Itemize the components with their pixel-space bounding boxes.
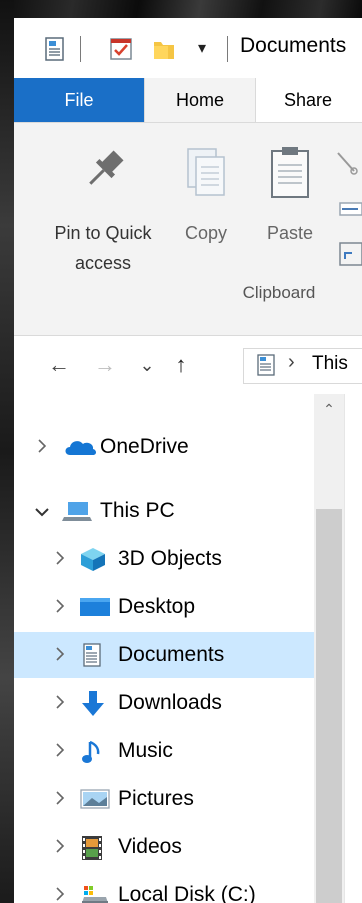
chevron-right-icon[interactable] <box>50 680 70 726</box>
navigation-bar: ← → ⌄ ↑ › This <box>14 336 362 394</box>
address-input[interactable]: › This <box>243 348 362 384</box>
title-bar: ▾ Documents <box>14 18 362 78</box>
pictures-icon <box>80 787 110 811</box>
chevron-right-icon[interactable] <box>50 632 70 678</box>
tab-file[interactable]: File <box>14 78 144 122</box>
chevron-right-icon[interactable] <box>32 424 52 470</box>
chevron-right-icon[interactable] <box>50 728 70 774</box>
nav-item-onedrive[interactable]: OneDrive <box>14 424 314 470</box>
window-title: Documents <box>240 34 347 57</box>
copy-label: Copy <box>184 223 228 243</box>
up-arrow-icon[interactable]: ↑ <box>166 350 196 380</box>
chevron-right-icon[interactable] <box>50 776 70 822</box>
nav-item-3d-objects[interactable]: 3D Objects <box>14 536 314 582</box>
paste-icon <box>271 147 309 198</box>
nav-item-music[interactable]: Music <box>14 728 314 774</box>
nav-item-label: Pictures <box>118 787 194 810</box>
tab-share[interactable]: Share <box>254 78 362 122</box>
recent-locations-icon[interactable]: ⌄ <box>132 350 162 380</box>
this-pc-icon <box>62 499 92 523</box>
pin-label-line1: Pin to Quick <box>54 223 152 243</box>
videos-icon <box>80 835 106 860</box>
pin-icon <box>89 150 124 185</box>
chevron-right-icon[interactable] <box>50 824 70 870</box>
toolbar-separator <box>80 36 81 62</box>
chevron-down-icon[interactable] <box>32 488 52 534</box>
onedrive-icon <box>62 435 96 459</box>
nav-item-desktop[interactable]: Desktop <box>14 584 314 630</box>
chevron-right-icon[interactable] <box>50 584 70 630</box>
scroll-up-icon[interactable]: ⌃ <box>314 394 344 424</box>
checkmark-icon[interactable] <box>108 36 134 62</box>
file-explorer-window: ▾ Documents File Home Share Pin to Quick… <box>14 18 362 903</box>
chevron-right-icon[interactable] <box>50 872 70 903</box>
copy-path-icon <box>339 202 362 216</box>
nav-item-label: Documents <box>118 643 225 666</box>
navigation-pane: OneDrive This PC 3D Objects Desktop Document… <box>14 394 314 903</box>
copy-button[interactable]: Copy <box>172 123 240 248</box>
nav-item-label: Downloads <box>118 691 222 714</box>
address-path-text: This <box>312 353 348 374</box>
documents-location-icon <box>254 353 278 377</box>
pin-label-line2: access <box>74 253 132 273</box>
dropdown-arrow-icon[interactable]: ▾ <box>189 36 215 62</box>
toolbar-separator <box>227 36 228 62</box>
paste-shortcut-icon <box>339 242 362 266</box>
nav-item-this-pc[interactable]: This PC <box>14 488 314 534</box>
nav-pane-scrollbar[interactable]: ⌃ <box>314 394 344 903</box>
nav-item-local-disk[interactable]: Local Disk (C:) <box>14 872 314 903</box>
paste-button[interactable]: Paste <box>254 123 326 248</box>
nav-item-label: OneDrive <box>100 435 189 458</box>
nav-item-documents[interactable]: Documents <box>14 632 314 678</box>
clipboard-group-label: Clipboard <box>242 283 316 302</box>
paste-shortcut-button[interactable] <box>332 241 362 267</box>
nav-item-downloads[interactable]: Downloads <box>14 680 314 726</box>
nav-item-label: Desktop <box>118 595 196 618</box>
nav-item-videos[interactable]: Videos <box>14 824 314 870</box>
downloads-icon <box>80 691 106 716</box>
3d-objects-icon <box>80 547 106 571</box>
cut-button[interactable] <box>332 151 362 175</box>
nav-item-label: This PC <box>100 499 175 522</box>
desktop-icon <box>80 595 110 619</box>
music-icon <box>80 739 106 763</box>
background-left-edge <box>0 0 14 903</box>
scrollbar-thumb[interactable] <box>316 509 342 903</box>
path-separator-icon: › <box>288 351 295 373</box>
documents-icon <box>80 643 106 667</box>
ribbon-home: Pin to Quick access Copy Paste Clipboard <box>14 122 362 336</box>
properties-icon[interactable] <box>42 36 68 62</box>
forward-arrow-icon[interactable]: → <box>90 350 120 380</box>
scissors-icon <box>337 152 358 175</box>
nav-item-label: Local Disk (C:) <box>118 883 256 903</box>
new-folder-icon[interactable] <box>151 36 177 62</box>
back-arrow-icon[interactable]: ← <box>44 350 74 380</box>
copy-path-button[interactable] <box>332 197 362 221</box>
paste-label: Paste <box>266 223 314 243</box>
copy-icon <box>187 148 225 196</box>
pin-to-quick-access-button[interactable]: Pin to Quick access <box>44 123 162 278</box>
nav-item-label: 3D Objects <box>118 547 222 570</box>
ribbon-tabs: File Home Share <box>14 78 362 123</box>
local-disk-icon <box>80 883 108 903</box>
tab-home[interactable]: Home <box>144 78 256 123</box>
nav-item-label: Videos <box>118 835 182 858</box>
chevron-right-icon[interactable] <box>50 536 70 582</box>
content-pane-divider <box>344 394 345 903</box>
nav-item-pictures[interactable]: Pictures <box>14 776 314 822</box>
nav-item-label: Music <box>118 739 173 762</box>
